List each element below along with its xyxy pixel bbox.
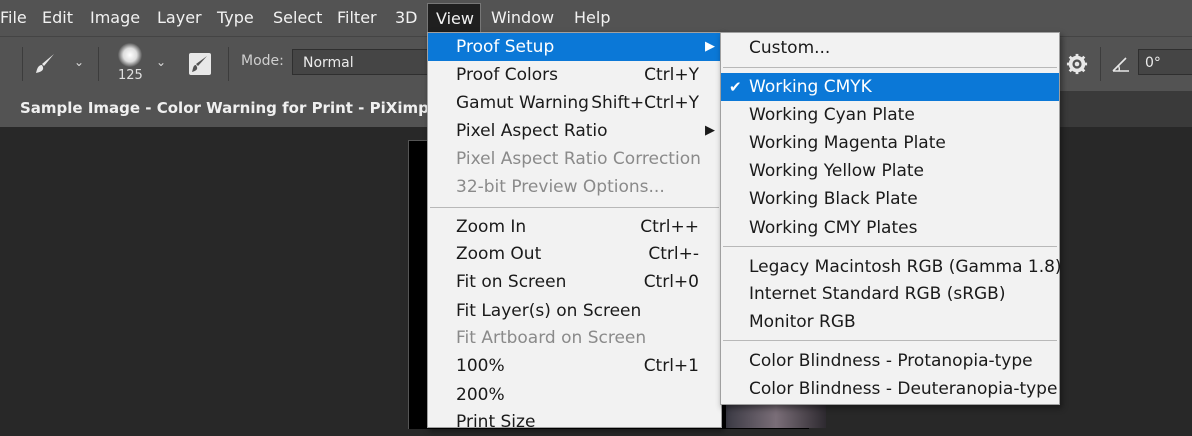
- checkmark-icon: ✔: [729, 78, 742, 96]
- menu-item-label: 200%: [456, 385, 505, 405]
- menu-item-fit-artboard-on-screen[interactable]: Fit Artboard on Screen: [428, 324, 721, 352]
- submenu-item-working-yellow-plate[interactable]: Working Yellow Plate: [721, 157, 1059, 185]
- menu-item-label: 100%: [456, 356, 505, 376]
- menu-item-gamut-warning[interactable]: Gamut Warning Shift+Ctrl+Y: [428, 89, 721, 117]
- image-content: [726, 404, 826, 428]
- brush-settings-icon[interactable]: [187, 51, 213, 77]
- menu-item-32bit-preview-options[interactable]: 32-bit Preview Options...: [428, 173, 721, 201]
- menu-bar: File Edit Image Layer Type Select Filter…: [0, 0, 1192, 36]
- mode-select[interactable]: Normal: [292, 49, 442, 75]
- menu-window[interactable]: Window: [485, 0, 560, 36]
- menu-item-label: Gamut Warning: [456, 93, 589, 113]
- view-menu: Proof Setup ▶ Proof Colors Ctrl+Y Gamut …: [427, 32, 722, 432]
- menu-item-pixel-aspect-ratio[interactable]: Pixel Aspect Ratio ▶: [428, 117, 721, 145]
- chevron-down-icon[interactable]: ⌄: [156, 55, 166, 69]
- menu-item-proof-setup[interactable]: Proof Setup ▶: [428, 33, 721, 61]
- menu-item-label: Working Cyan Plate: [749, 105, 915, 125]
- menu-item-label: Pixel Aspect Ratio Correction: [456, 149, 701, 169]
- menu-image[interactable]: Image: [84, 0, 146, 36]
- menu-item-label: Proof Setup: [456, 37, 555, 57]
- proof-setup-submenu: Custom... ✔ Working CMYK Working Cyan Pl…: [720, 32, 1062, 405]
- menu-item-shortcut: Ctrl+1: [643, 356, 699, 376]
- angle-input[interactable]: 0°: [1138, 49, 1192, 75]
- menu-item-label: Print Size: [456, 412, 536, 432]
- submenu-item-legacy-macintosh-rgb[interactable]: Legacy Macintosh RGB (Gamma 1.8): [721, 253, 1062, 281]
- menu-item-label: Zoom Out: [456, 244, 542, 264]
- submenu-arrow-icon: ▶: [705, 123, 715, 138]
- menu-separator: [723, 67, 1057, 68]
- gear-icon[interactable]: [1066, 53, 1088, 75]
- menu-item-shortcut: Ctrl+0: [643, 272, 699, 292]
- menu-item-100-percent[interactable]: 100% Ctrl+1: [428, 352, 721, 380]
- menu-item-zoom-out[interactable]: Zoom Out Ctrl+-: [428, 240, 721, 268]
- submenu-item-working-cmy-plates[interactable]: Working CMY Plates: [721, 214, 1059, 242]
- menu-separator: [723, 246, 1057, 247]
- submenu-item-working-black-plate[interactable]: Working Black Plate: [721, 185, 1059, 213]
- submenu-arrow-icon: ▶: [705, 39, 715, 54]
- menu-item-fit-layers-on-screen[interactable]: Fit Layer(s) on Screen: [428, 297, 721, 325]
- menu-item-zoom-in[interactable]: Zoom In Ctrl++: [428, 213, 721, 241]
- menu-item-label: Monitor RGB: [749, 312, 856, 332]
- submenu-item-color-blindness-protanopia[interactable]: Color Blindness - Protanopia-type: [721, 347, 1059, 375]
- menu-item-label: Proof Colors: [456, 65, 558, 85]
- menu-item-fit-on-screen[interactable]: Fit on Screen Ctrl+0: [428, 268, 721, 296]
- menu-select[interactable]: Select: [267, 0, 328, 36]
- menu-item-label: Fit on Screen: [456, 272, 567, 292]
- menu-item-label: Zoom In: [456, 217, 527, 237]
- menu-item-label: Pixel Aspect Ratio: [456, 121, 608, 141]
- menu-item-shortcut: Ctrl++: [640, 217, 699, 237]
- menu-item-pixel-aspect-ratio-correction[interactable]: Pixel Aspect Ratio Correction: [428, 145, 721, 173]
- chevron-down-icon[interactable]: ⌄: [74, 55, 84, 69]
- brush-preview-icon[interactable]: [118, 43, 142, 67]
- menu-edit[interactable]: Edit: [36, 0, 79, 36]
- menu-item-shortcut: Ctrl+-: [648, 244, 699, 264]
- submenu-item-internet-standard-rgb[interactable]: Internet Standard RGB (sRGB): [721, 280, 1059, 308]
- divider: [228, 47, 229, 81]
- menu-separator: [723, 340, 1057, 341]
- menu-filter[interactable]: Filter: [331, 0, 383, 36]
- submenu-item-working-cyan-plate[interactable]: Working Cyan Plate: [721, 101, 1059, 129]
- menu-item-label: Custom...: [749, 38, 831, 58]
- menu-item-label: Color Blindness - Deuteranopia-type: [749, 379, 1058, 399]
- menu-layer[interactable]: Layer: [151, 0, 208, 36]
- menu-help[interactable]: Help: [568, 0, 616, 36]
- divider: [98, 47, 99, 81]
- menu-item-shortcut: Shift+Ctrl+Y: [591, 93, 699, 113]
- menu-item-label: Working CMY Plates: [749, 218, 918, 238]
- menu-item-proof-colors[interactable]: Proof Colors Ctrl+Y: [428, 61, 721, 89]
- menu-item-print-size[interactable]: Print Size: [428, 408, 721, 436]
- menu-item-shortcut: Ctrl+Y: [644, 65, 699, 85]
- menu-item-label: Internet Standard RGB (sRGB): [749, 284, 1006, 304]
- brush-tool-icon[interactable]: [32, 51, 58, 77]
- submenu-item-working-cmyk[interactable]: ✔ Working CMYK: [721, 73, 1059, 101]
- submenu-item-color-blindness-deuteranopia[interactable]: Color Blindness - Deuteranopia-type: [721, 375, 1059, 403]
- submenu-item-working-magenta-plate[interactable]: Working Magenta Plate: [721, 129, 1059, 157]
- submenu-item-custom[interactable]: Custom...: [721, 34, 1059, 62]
- menu-item-label: Working Black Plate: [749, 189, 918, 209]
- menu-item-200-percent[interactable]: 200%: [428, 381, 721, 409]
- menu-3d[interactable]: 3D: [389, 0, 424, 36]
- mode-label: Mode:: [241, 53, 284, 69]
- menu-item-label: 32-bit Preview Options...: [456, 177, 665, 197]
- angle-icon: [1112, 57, 1129, 72]
- menu-separator: [430, 207, 719, 208]
- menu-item-label: Working Magenta Plate: [749, 133, 946, 153]
- menu-type[interactable]: Type: [211, 0, 260, 36]
- divider: [22, 47, 23, 81]
- divider: [1100, 47, 1101, 81]
- document-tab[interactable]: Sample Image - Color Warning for Print -…: [0, 91, 432, 127]
- brush-size-value: 125: [118, 68, 143, 83]
- menu-item-label: Color Blindness - Protanopia-type: [749, 351, 1033, 371]
- menu-item-label: Fit Layer(s) on Screen: [456, 301, 642, 321]
- menu-item-label: Working CMYK: [749, 77, 872, 97]
- menu-file[interactable]: File: [0, 0, 33, 36]
- menu-item-label: Legacy Macintosh RGB (Gamma 1.8): [749, 257, 1062, 277]
- menu-view[interactable]: View: [427, 3, 481, 33]
- submenu-item-monitor-rgb[interactable]: Monitor RGB: [721, 308, 1059, 336]
- menu-item-label: Fit Artboard on Screen: [456, 328, 647, 348]
- menu-item-label: Working Yellow Plate: [749, 161, 924, 181]
